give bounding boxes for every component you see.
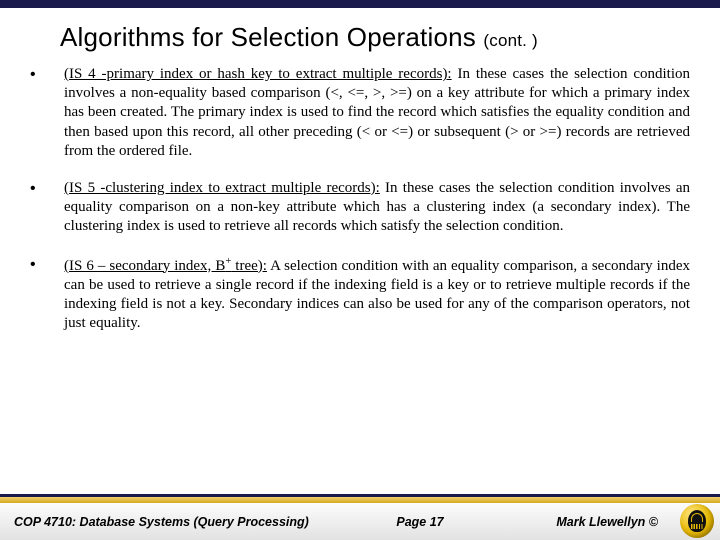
top-accent-bar xyxy=(0,0,720,8)
bullet-marker: • xyxy=(30,179,64,198)
title-main: Algorithms for Selection Operations xyxy=(60,22,483,52)
bullet-item: • (IS 4 -primary index or hash key to ex… xyxy=(30,65,690,161)
bullet-text: (IS 5 -clustering index to extract multi… xyxy=(64,179,690,237)
bullet-head: (IS 5 -clustering index to extract multi… xyxy=(64,180,380,196)
bullet-head: (IS 4 -primary index or hash key to extr… xyxy=(64,66,452,82)
bullet-head: (IS 6 – secondary index, B+ tree): xyxy=(64,258,267,274)
bullet-marker: • xyxy=(30,65,64,84)
footer: COP 4710: Database Systems (Query Proces… xyxy=(0,494,720,540)
bullet-text: (IS 6 – secondary index, B+ tree): A sel… xyxy=(64,255,690,334)
content-area: • (IS 4 -primary index or hash key to ex… xyxy=(0,65,720,333)
title-suffix: (cont. ) xyxy=(483,31,538,50)
bullet-text: (IS 4 -primary index or hash key to extr… xyxy=(64,65,690,161)
slide-title: Algorithms for Selection Operations (con… xyxy=(60,22,690,53)
bullet-item: • (IS 6 – secondary index, B+ tree): A s… xyxy=(30,255,690,334)
bullet-item: • (IS 5 -clustering index to extract mul… xyxy=(30,179,690,237)
footer-bar: COP 4710: Database Systems (Query Proces… xyxy=(0,503,720,540)
title-area: Algorithms for Selection Operations (con… xyxy=(0,8,720,65)
ucf-logo-icon xyxy=(680,504,714,538)
footer-page: Page 17 xyxy=(120,515,720,529)
bullet-marker: • xyxy=(30,255,64,274)
